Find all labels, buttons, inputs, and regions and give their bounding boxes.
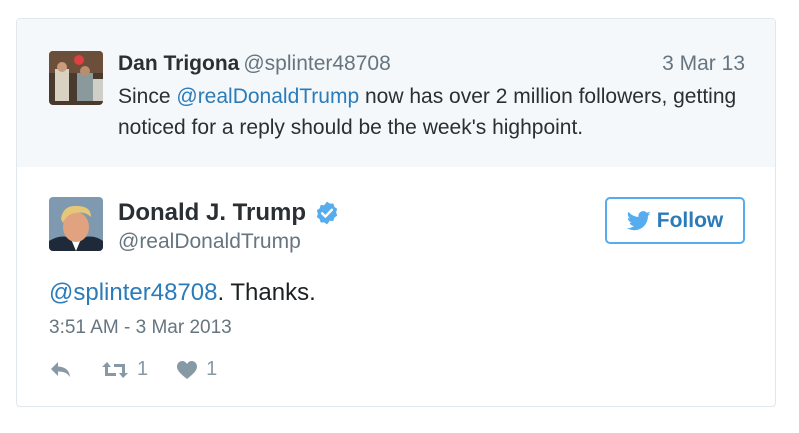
tweet-text: @splinter48708. Thanks.: [49, 279, 316, 307]
follow-button[interactable]: Follow: [605, 197, 745, 244]
heart-icon: [177, 360, 198, 379]
twitter-bird-icon: [626, 210, 651, 230]
like-count: 1: [206, 358, 218, 380]
reply-to-author-handle[interactable]: @splinter48708: [243, 52, 390, 75]
tweet-text-after: . Thanks.: [217, 279, 316, 306]
in-reply-to-section[interactable]: Dan Trigona @splinter48708 3 Mar 13 Since…: [17, 19, 775, 167]
reply-to-text-before: Since: [118, 85, 177, 108]
reply-to-text: Since @realDonaldTrump now has over 2 mi…: [118, 81, 758, 143]
author-name[interactable]: Donald J. Trump: [118, 199, 306, 227]
tweet-timestamp[interactable]: 3:51 AM - 3 Mar 2013: [49, 317, 232, 339]
retweet-action[interactable]: 1: [101, 358, 148, 381]
retweet-icon: [102, 361, 128, 378]
reply-to-author-name[interactable]: Dan Trigona: [118, 52, 239, 75]
reply-to-header: Dan Trigona @splinter48708: [118, 50, 391, 78]
author-handle[interactable]: @realDonaldTrump: [118, 230, 301, 254]
follow-label: Follow: [656, 208, 724, 232]
reply-action[interactable]: [49, 360, 73, 380]
reply-icon: [51, 361, 70, 377]
tweet-mention-link[interactable]: @splinter48708: [49, 279, 217, 306]
like-action[interactable]: 1: [176, 358, 217, 381]
embedded-tweet-card: Dan Trigona @splinter48708 3 Mar 13 Since…: [16, 18, 776, 407]
author-avatar[interactable]: [49, 197, 103, 251]
avatar[interactable]: [49, 51, 103, 105]
author-name-row: Donald J. Trump: [118, 199, 340, 227]
verified-badge-icon: [314, 200, 340, 226]
tweet-actions: 1 1: [49, 358, 245, 381]
reply-to-date[interactable]: 3 Mar 13: [662, 52, 745, 76]
retweet-count: 1: [137, 358, 149, 380]
reply-to-mention-link[interactable]: @realDonaldTrump: [176, 85, 359, 108]
